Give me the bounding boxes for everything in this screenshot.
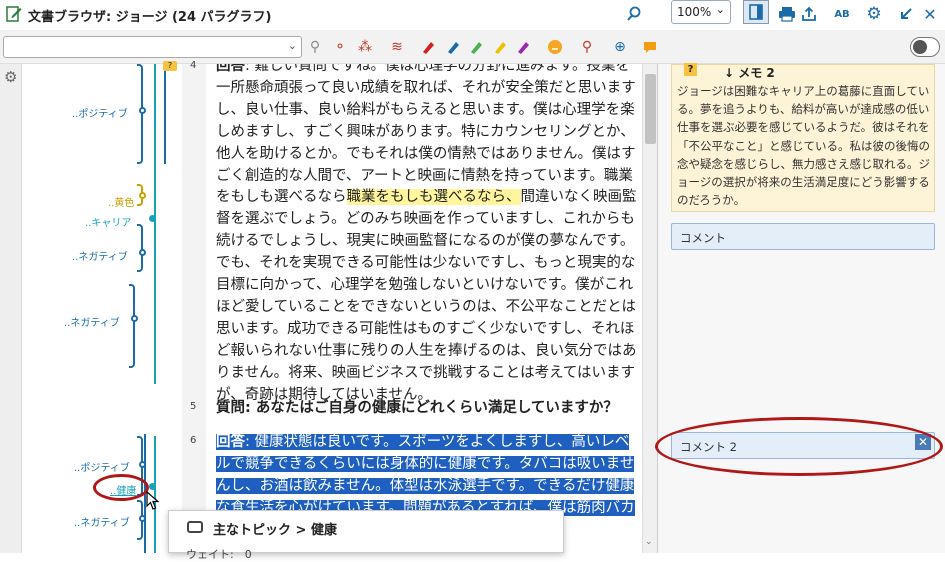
window-title: 文書ブラウザ: ジョージ (24 パラグラフ) — [28, 10, 272, 25]
chevron-down-icon: ⌄ — [715, 3, 725, 16]
export-icon — [802, 6, 816, 21]
pin-icon[interactable]: ⚲ — [306, 38, 324, 56]
code-set-icon[interactable]: ⁂ — [356, 38, 374, 56]
zoom-value: 100% — [677, 5, 712, 19]
link-add-icon[interactable]: ⊕ — [611, 38, 629, 56]
search-icon — [627, 6, 641, 21]
close-icon: ✕ — [923, 4, 937, 24]
code-tag-icon — [187, 521, 203, 533]
code-search-combo[interactable]: ⌄ — [3, 36, 302, 58]
title-bar: 文書ブラウザ: ジョージ (24 パラグラフ) 100% ⌄ AB ⚙ ✕ — [0, 0, 945, 30]
close-button[interactable]: ✕ — [918, 3, 942, 25]
undock-button[interactable] — [894, 3, 918, 25]
gear-icon[interactable]: ⚙ — [4, 68, 17, 86]
scroll-down-icon[interactable]: ⌄ — [645, 537, 653, 547]
code-node — [139, 107, 146, 114]
left-tool-strip — [0, 64, 22, 553]
paragraph-number-gutter — [182, 64, 206, 553]
code-node — [139, 249, 146, 256]
code-label-negative[interactable]: ..ネガティブ — [64, 314, 120, 329]
zoom-select[interactable]: 100% ⌄ — [671, 0, 731, 24]
code-bracket — [137, 224, 143, 272]
annotation-ellipse — [655, 417, 943, 476]
panel-layout-icon — [749, 4, 763, 20]
code-label-positive[interactable]: ..ポジティブ — [74, 459, 130, 474]
print-button[interactable] — [775, 3, 799, 25]
code-bracket — [137, 64, 143, 164]
code-label-negative[interactable]: ..ネガティブ — [74, 514, 130, 529]
edit-mode-toggle[interactable] — [910, 37, 940, 57]
memo-marker-icon[interactable]: ? — [163, 61, 177, 71]
paragraph-text: 間違いなく映画監督を選ぶでしょう。どのみち映画を作っていますし、これからも続ける… — [216, 189, 637, 403]
highlighter-yellow-icon[interactable] — [491, 38, 509, 56]
code-node — [149, 483, 156, 490]
question-label: 質問 — [216, 400, 245, 416]
code-stripe-line — [164, 64, 166, 164]
code-label-negative[interactable]: ..ネガティブ — [72, 248, 128, 263]
search-button[interactable] — [622, 3, 646, 25]
popup-weight: ウェイト: 0 — [186, 548, 252, 561]
paragraph-number: 6 — [190, 435, 197, 446]
annotation-ellipse — [93, 474, 149, 501]
code-node — [139, 192, 146, 199]
highlighter-blue-icon[interactable] — [444, 38, 462, 56]
memo-question-icon: ? — [684, 63, 697, 76]
code-bracket — [129, 284, 135, 368]
side-panel-toggle[interactable] — [743, 0, 769, 24]
code-node — [139, 461, 146, 468]
code-node — [149, 215, 156, 222]
scrollbar-thumb[interactable] — [645, 74, 656, 144]
spell-check-button[interactable]: AB — [830, 3, 854, 25]
paragraph-text: : あなたはご自身の健康にどれくらい満足していますか？ — [245, 400, 618, 416]
highlighter-purple-icon[interactable] — [514, 38, 532, 56]
code-node — [139, 515, 146, 522]
memo-icon[interactable] — [641, 38, 659, 56]
paragraph-text: : 難しい質問ですね。僕は心理学の分野に進みます。授業を一所懸命頑張って良い成績… — [216, 64, 636, 206]
highlighted-text[interactable]: 職業をもしも選べるなら、 — [346, 189, 521, 206]
document-text-area[interactable]: 回答: 難しい質問ですね。僕は心理学の分野に進みます。授業を一所懸命頑張って良い… — [206, 64, 642, 553]
memo-title: ↓ メモ 2 — [724, 66, 775, 80]
undock-arrow-icon — [901, 8, 912, 19]
paragraph-number: 4 — [190, 60, 197, 71]
paragraph-number: 5 — [190, 401, 197, 412]
settings-button[interactable]: ⚙ — [862, 3, 886, 25]
spell-check-icon: AB — [834, 8, 850, 20]
chevron-down-icon: ⌄ — [287, 39, 297, 52]
coding-toolbar: ⌄ ⚲ ⚬ ⁂ ≋ ⚲ ⊕ — [0, 30, 945, 64]
gear-icon: ⚙ — [866, 4, 882, 24]
geo-link-icon[interactable]: ⚲ — [578, 38, 596, 56]
answer-label: 回答 — [216, 434, 245, 450]
export-button[interactable] — [797, 3, 821, 25]
paragraph-4[interactable]: 回答: 難しい質問ですね。僕は心理学の分野に進みます。授業を一所懸命頑張って良い… — [216, 64, 638, 407]
code-label-career[interactable]: ..キャリア — [85, 214, 131, 229]
highlighter-red-icon[interactable] — [419, 38, 437, 56]
remove-code-icon[interactable]: ≋ — [388, 38, 406, 56]
code-node — [131, 315, 138, 322]
emoticon-icon[interactable] — [546, 38, 564, 56]
add-code-icon[interactable]: ⚬ — [331, 38, 349, 56]
code-label-yellow[interactable]: ..黄色 — [108, 194, 134, 209]
answer-label: 回答 — [216, 64, 245, 74]
code-label-positive[interactable]: ..ポジティブ — [72, 105, 128, 120]
highlighter-green-icon[interactable] — [467, 38, 485, 56]
memo-text[interactable]: ジョージは困難なキャリア上の葛藤に直面している。夢を追うよりも、給料が高いが達成… — [677, 82, 933, 209]
document-edit-icon — [6, 6, 22, 22]
printer-icon — [779, 7, 795, 22]
paragraph-5[interactable]: 質問: あなたはご自身の健康にどれくらい満足していますか？ — [216, 398, 638, 420]
code-stripe-line — [154, 64, 156, 384]
popup-title: 主なトピック > 健康 — [213, 523, 337, 538]
mouse-cursor-icon — [146, 491, 160, 510]
arrow-down-icon: ↓ — [724, 66, 739, 80]
comment-field[interactable]: コメント — [671, 223, 935, 250]
document-scrollbar[interactable]: ⌄ — [642, 64, 657, 553]
code-info-popup: 主なトピック > 健康 ウェイト: 0 — [168, 510, 564, 561]
